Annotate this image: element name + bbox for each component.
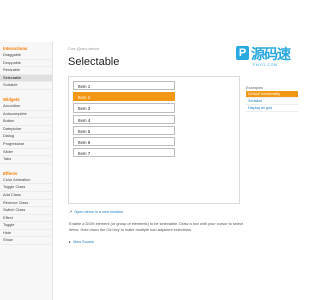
sidebar-item-add-class[interactable]: Add Class (0, 192, 52, 200)
sidebar-item-progressbar[interactable]: Progressbar (0, 141, 52, 149)
sidebar-item-toggle-class[interactable]: Toggle Class (0, 184, 52, 192)
external-link-icon: ↗ (69, 210, 73, 214)
selectable-item[interactable]: Item 2 (73, 92, 175, 102)
sidebar-item-button[interactable]: Button (0, 118, 52, 126)
sidebar-heading: Interactions (3, 46, 28, 51)
sidebar-item-color-animation[interactable]: Color Animation (0, 177, 52, 185)
site-logo: P 源码速 FMYO.COM (236, 44, 300, 74)
page-title: Selectable (68, 56, 120, 68)
view-source-label: View Source (72, 240, 95, 244)
sidebar-item-remove-class[interactable]: Remove Class (0, 200, 52, 208)
logo-url: FMYO.COM (253, 63, 278, 67)
sidebar-item-hide[interactable]: Hide (0, 230, 52, 238)
selectable-item[interactable]: Item 3 (73, 103, 175, 113)
open-demo-label: Open demo in a new window (74, 210, 123, 214)
sidebar-item-toggle[interactable]: Toggle (0, 222, 52, 230)
view-source-link[interactable]: ▸ View Source (69, 239, 94, 244)
sidebar-item-dialog[interactable]: Dialog (0, 133, 52, 141)
triangle-right-icon: ▸ (69, 240, 71, 244)
sidebar-heading: Widgets (3, 96, 20, 102)
sidebar-item-show[interactable]: Show (0, 237, 52, 246)
selectable-item[interactable]: Item 1 (73, 81, 175, 91)
sidebar-item-draggable[interactable]: Draggable (0, 52, 52, 60)
sidebar-item-autocomplete[interactable]: Autocomplete (0, 111, 52, 119)
sidebar-item-resizable[interactable]: Resizable (0, 67, 52, 75)
selectable-item[interactable]: Item 6 (73, 136, 175, 147)
sidebar-heading: Effects (3, 170, 18, 176)
sidebar-item-droppable[interactable]: Droppable (0, 60, 52, 68)
demo-description: Enable a DOM element (or group of elemen… (69, 221, 244, 232)
sidebar-item-slider[interactable]: Slider (0, 149, 52, 157)
breadcrumb[interactable]: Core jQuery demos (68, 47, 99, 51)
sidebar-item-datepicker[interactable]: Datepicker (0, 126, 52, 134)
sidebar-item-sortable[interactable]: Sortable (0, 82, 52, 90)
sidebar-item-switch-class[interactable]: Switch Class (0, 207, 52, 215)
sidebar-item-effect[interactable]: Effect (0, 215, 52, 223)
selectable-item[interactable]: Item 5 (73, 125, 175, 135)
logo-mark-icon: P (236, 46, 249, 60)
selectable-item[interactable]: Item 7 (73, 148, 175, 158)
sidebar-item-tabs[interactable]: Tabs (0, 156, 52, 164)
open-demo-link[interactable]: ↗ Open demo in a new window (69, 209, 123, 214)
example-link-display-as-grid[interactable]: Display as grid (246, 105, 298, 112)
sidebar-nav: Interactions Draggable Droppable Resizable S… (0, 42, 53, 300)
logo-text: 源码速 (251, 46, 291, 62)
example-link-default-functionality[interactable]: Default functionality (246, 91, 298, 98)
selectable-item[interactable]: Item 4 (73, 114, 175, 124)
example-link-serialize[interactable]: Serialize (246, 98, 298, 105)
examples-panel: Examples Default functionality Serialize D… (246, 85, 298, 112)
sidebar-item-accordion[interactable]: Accordion (0, 103, 52, 111)
sidebar-item-selectable[interactable]: Selectable (0, 74, 52, 83)
selectable-list[interactable]: Item 1 Item 2 Item 3 Item 4 Item 5 Item 6 Item… (73, 81, 175, 159)
